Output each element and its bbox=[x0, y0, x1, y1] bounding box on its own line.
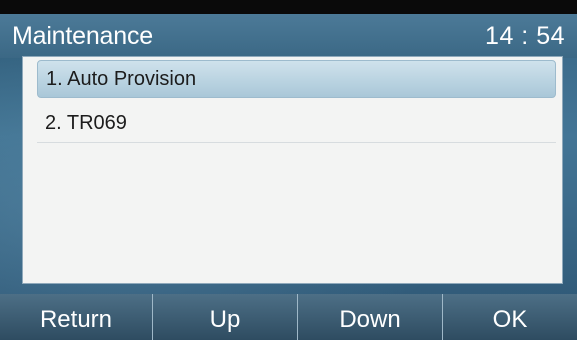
menu-item-label: 1. Auto Provision bbox=[46, 68, 197, 90]
clock: 14 : 54 bbox=[485, 22, 565, 50]
ok-button[interactable]: OK bbox=[442, 294, 577, 340]
page-title: Maintenance bbox=[12, 22, 153, 50]
softkey-bar: Return Up Down OK bbox=[0, 294, 577, 340]
return-button[interactable]: Return bbox=[0, 294, 152, 340]
menu-item-tr069[interactable]: 2. TR069 bbox=[37, 105, 556, 143]
menu-item-label: 2. TR069 bbox=[45, 112, 127, 134]
menu-list: 1. Auto Provision 2. TR069 bbox=[22, 56, 563, 284]
down-button[interactable]: Down bbox=[297, 294, 442, 340]
phone-screen: Maintenance 14 : 54 1. Auto Provision 2.… bbox=[0, 0, 577, 340]
up-button[interactable]: Up bbox=[152, 294, 297, 340]
menu-item-auto-provision[interactable]: 1. Auto Provision bbox=[37, 60, 556, 98]
top-bezel bbox=[0, 0, 577, 14]
